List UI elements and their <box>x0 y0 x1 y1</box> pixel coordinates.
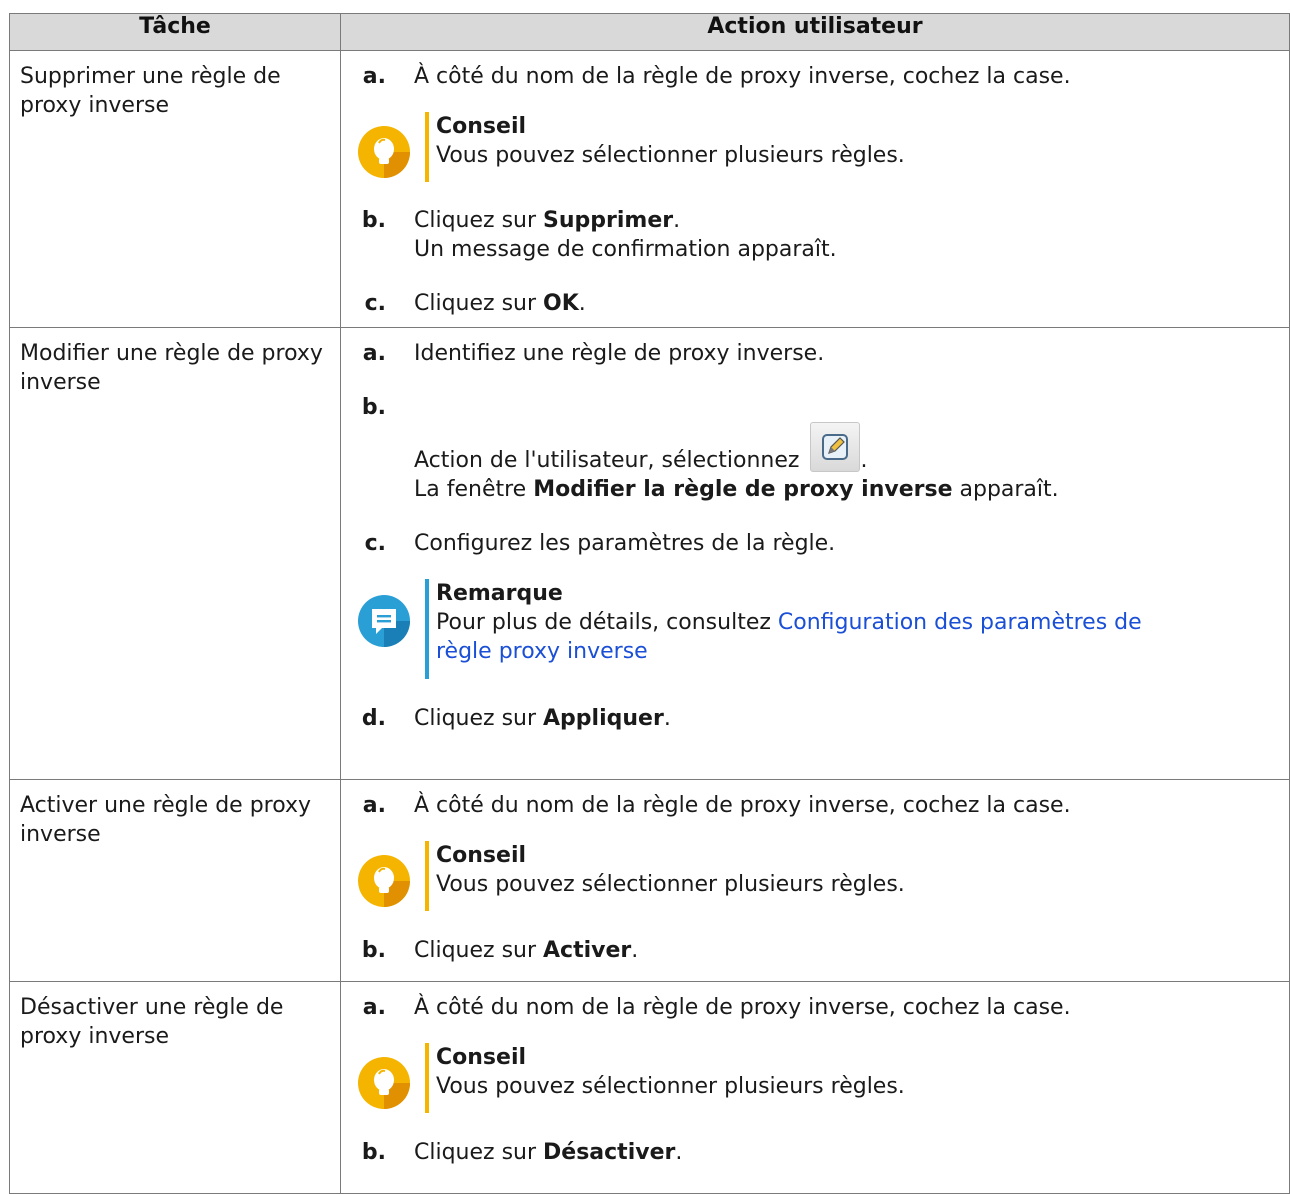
step-letter: a. <box>362 995 386 1020</box>
step-c: c. Cliquez sur OK. <box>358 289 1279 318</box>
step-letter: a. <box>362 64 386 89</box>
step-letter: a. <box>362 793 386 818</box>
step-text-post: . <box>631 938 639 963</box>
task-cell: Activer une règle de proxy inverse <box>9 779 341 982</box>
step-letter: c. <box>364 291 386 316</box>
lightbulb-icon <box>358 126 410 178</box>
ui-term-supprimer: Supprimer <box>543 208 674 233</box>
action-cell: a. À côté du nom de la règle de proxy in… <box>340 779 1290 982</box>
note-icon <box>358 595 410 647</box>
lightbulb-icon <box>358 855 410 907</box>
callout-accent-bar <box>425 579 429 679</box>
step-text-post: apparaît. <box>952 477 1059 502</box>
step-letter: b. <box>361 395 386 420</box>
action-cell: a. Identifiez une règle de proxy inverse… <box>340 327 1290 780</box>
step-result: Un message de confirmation apparaît. <box>414 237 837 262</box>
callout-accent-bar <box>425 1043 429 1113</box>
table-row: Désactiver une règle de proxy inverse a.… <box>9 981 1290 1194</box>
edit-icon <box>810 422 861 472</box>
step-letter: d. <box>361 706 386 731</box>
callout-text: Vous pouvez sélectionner plusieurs règle… <box>436 872 905 897</box>
step-letter: a. <box>362 341 386 366</box>
callout-text: Vous pouvez sélectionner plusieurs règle… <box>436 1074 905 1099</box>
tip-callout: Conseil Vous pouvez sélectionner plusieu… <box>358 112 1279 182</box>
callout-accent-bar <box>425 112 429 182</box>
callout-title: Conseil <box>436 1045 527 1070</box>
tip-callout: Conseil Vous pouvez sélectionner plusieu… <box>358 841 1279 911</box>
table-header-row: Tâche Action utilisateur <box>9 13 1290 51</box>
step-text-pre: Cliquez sur <box>414 706 544 731</box>
callout-title: Remarque <box>436 581 563 606</box>
task-action-table: Tâche Action utilisateur Supprimer une r… <box>9 13 1290 1194</box>
step-a: a. À côté du nom de la règle de proxy in… <box>358 993 1279 1022</box>
task-cell: Supprimer une règle de proxy inverse <box>9 50 341 328</box>
table-row: Supprimer une règle de proxy inverse a. … <box>9 50 1290 328</box>
header-task: Tâche <box>9 13 341 51</box>
callout-text: Vous pouvez sélectionner plusieurs règle… <box>436 143 905 168</box>
step-text: Configurez les paramètres de la règle. <box>414 531 836 556</box>
ui-term-ok: OK <box>543 291 579 316</box>
step-text: Action de l'utilisateur, sélectionnez <box>414 448 807 473</box>
step-letter: b. <box>361 208 386 233</box>
step-text: À côté du nom de la règle de proxy inver… <box>414 995 1071 1020</box>
callout-accent-bar <box>425 841 429 911</box>
table-row: Activer une règle de proxy inverse a. À … <box>9 779 1290 982</box>
lightbulb-icon <box>358 1057 410 1109</box>
step-b: b. Cliquez sur Activer. <box>358 936 1279 965</box>
task-cell: Désactiver une règle de proxy inverse <box>9 981 341 1194</box>
step-text-post: . <box>675 1140 683 1165</box>
step-text-post: . <box>673 208 681 233</box>
note-callout: Remarque Pour plus de détails, consultez… <box>358 579 1279 679</box>
step-text-pre: Cliquez sur <box>414 1140 544 1165</box>
step-text-pre: Cliquez sur <box>414 291 544 316</box>
table-row: Modifier une règle de proxy inverse a. I… <box>9 327 1290 780</box>
step-text-pre: La fenêtre <box>414 477 534 502</box>
step-text-post: . <box>860 448 868 473</box>
task-cell: Modifier une règle de proxy inverse <box>9 327 341 780</box>
step-d: d. Cliquez sur Appliquer. <box>358 704 1279 733</box>
action-cell: a. À côté du nom de la règle de proxy in… <box>340 50 1290 328</box>
ui-term-activer: Activer <box>543 938 632 963</box>
step-text: À côté du nom de la règle de proxy inver… <box>414 793 1071 818</box>
step-a: a. Identifiez une règle de proxy inverse… <box>358 339 1279 368</box>
step-letter: c. <box>364 531 386 556</box>
callout-text: Pour plus de détails, consultez Configur… <box>436 608 1196 666</box>
step-text: Identifiez une règle de proxy inverse. <box>414 341 825 366</box>
callout-text-pre: Pour plus de détails, consultez <box>436 610 778 635</box>
step-text: À côté du nom de la règle de proxy inver… <box>414 64 1071 89</box>
tip-callout: Conseil Vous pouvez sélectionner plusieu… <box>358 1043 1279 1113</box>
step-a: a. À côté du nom de la règle de proxy in… <box>358 791 1279 820</box>
callout-title: Conseil <box>436 114 527 139</box>
step-a: a. À côté du nom de la règle de proxy in… <box>358 62 1279 91</box>
step-b: b. Action de l'utilisateur, sélectionnez… <box>358 393 1279 504</box>
step-letter: b. <box>361 938 386 963</box>
step-text-pre: Cliquez sur <box>414 208 544 233</box>
step-c: c. Configurez les paramètres de la règle… <box>358 529 1279 558</box>
ui-term-desactiver: Désactiver <box>543 1140 676 1165</box>
ui-term-window: Modifier la règle de proxy inverse <box>533 477 953 502</box>
step-b: b. Cliquez sur Supprimer. Un message de … <box>358 206 1279 264</box>
action-cell: a. À côté du nom de la règle de proxy in… <box>340 981 1290 1194</box>
step-text-post: . <box>578 291 586 316</box>
callout-title: Conseil <box>436 843 527 868</box>
step-letter: b. <box>361 1140 386 1165</box>
ui-term-appliquer: Appliquer <box>543 706 664 731</box>
step-b: b. Cliquez sur Désactiver. <box>358 1138 1279 1167</box>
step-text-post: . <box>663 706 671 731</box>
header-action: Action utilisateur <box>340 13 1290 51</box>
step-text-pre: Cliquez sur <box>414 938 544 963</box>
